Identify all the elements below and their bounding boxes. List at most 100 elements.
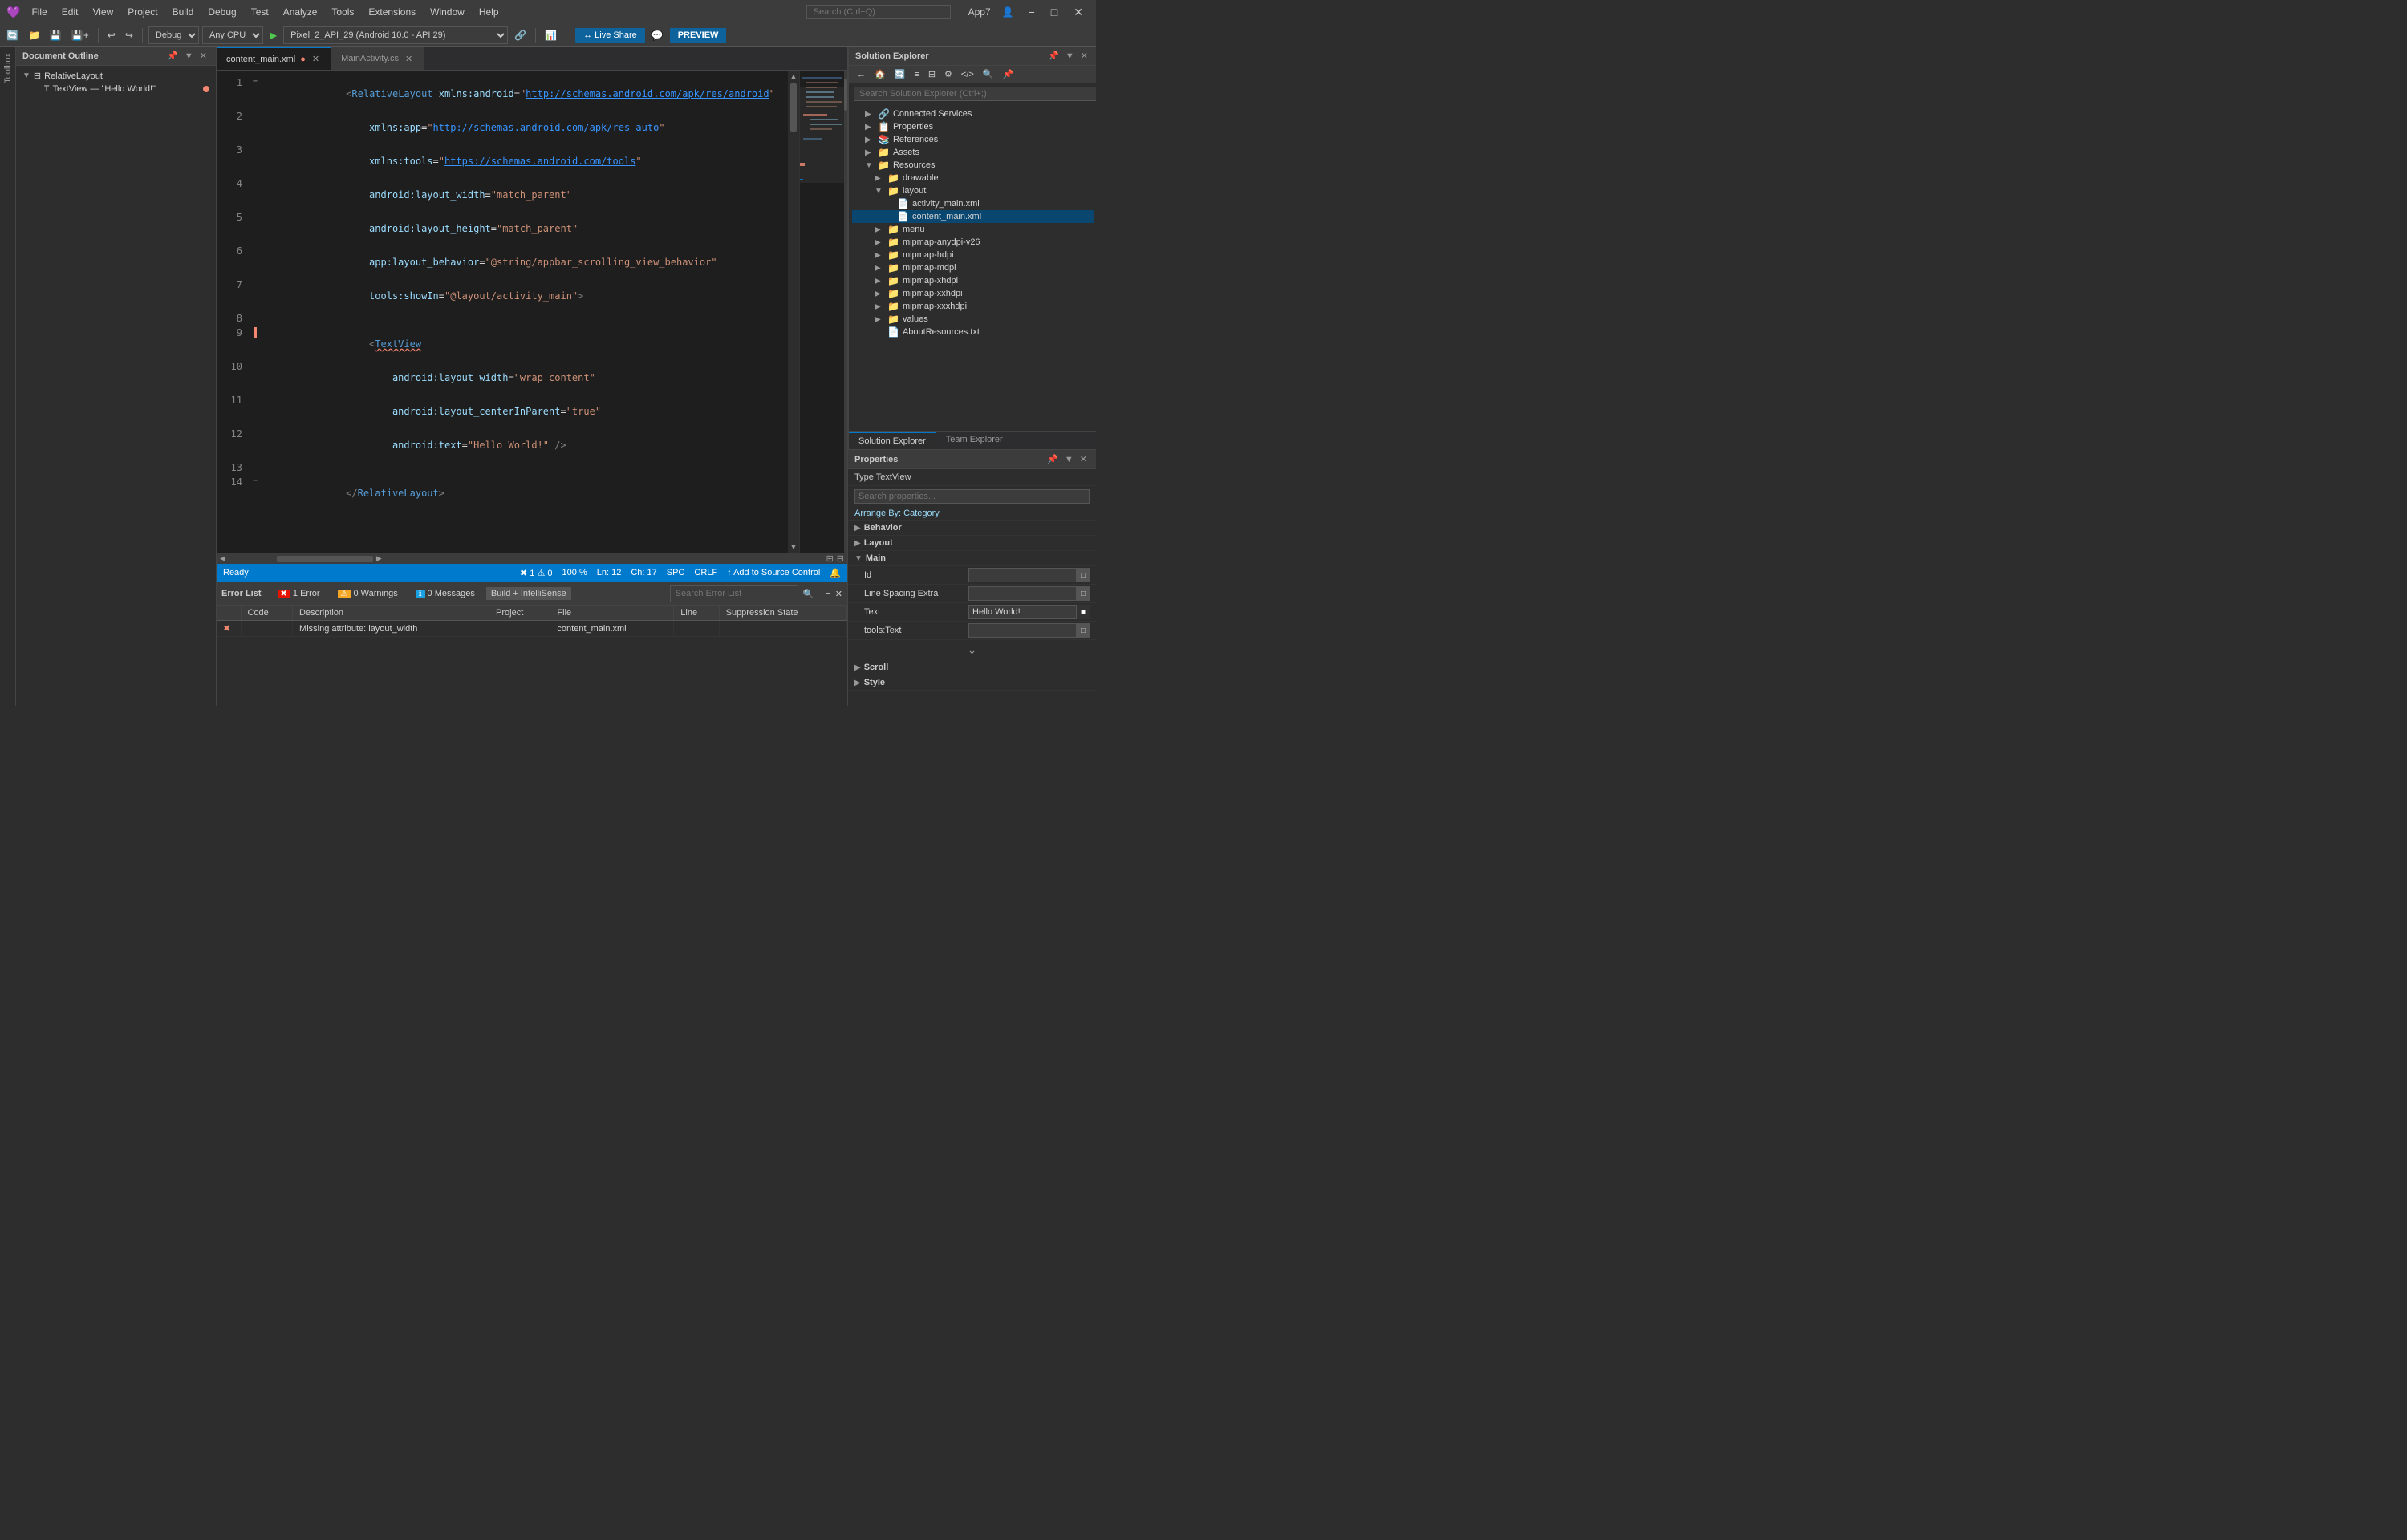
props-value-id[interactable] [968, 568, 1077, 582]
error-search-input[interactable] [670, 585, 798, 602]
sol-collapse-btn[interactable]: ≡ [911, 69, 922, 80]
doc-outline-textview-item[interactable]: T TextView — "Hello World!" [35, 83, 213, 95]
tab-mainactivity-cs-close[interactable]: ✕ [404, 54, 414, 64]
minimize-button[interactable]: − [1022, 5, 1041, 19]
col-file[interactable]: File [550, 606, 674, 621]
sol-expand-mipmap-anydpi[interactable]: ▶ [875, 238, 884, 247]
props-section-behavior[interactable]: ▶ Behavior [848, 521, 1096, 536]
toolbox-label[interactable]: Toolbox [3, 50, 13, 87]
attach-btn[interactable]: 🔗 [511, 28, 530, 43]
performance-btn[interactable]: 📊 [542, 28, 560, 43]
error-row-1[interactable]: ✖ Missing attribute: layout_width conten… [217, 621, 847, 637]
sol-expand-drawable[interactable]: ▶ [875, 174, 884, 183]
error-filter-errors[interactable]: ✖ 1 Error [271, 587, 327, 600]
sol-item-layout[interactable]: ▼ 📁 layout [852, 184, 1094, 197]
minimap-viewport[interactable] [800, 87, 847, 183]
sol-pin-btn[interactable]: 📌 [1000, 68, 1017, 80]
redo-btn[interactable]: ↪ [122, 28, 136, 43]
props-value-text[interactable]: Hello World! [968, 605, 1077, 619]
menu-help[interactable]: Help [473, 5, 505, 19]
undo-btn[interactable]: ↩ [104, 28, 119, 43]
platform-dropdown[interactable]: Any CPU [202, 26, 263, 44]
sol-settings-btn[interactable]: ⚙ [941, 68, 956, 80]
minimap-scrollbar-thumb[interactable] [844, 79, 847, 111]
scroll-up-btn[interactable]: ▲ [789, 71, 799, 82]
props-section-scroll[interactable]: ▶ Scroll [848, 660, 1096, 675]
sol-expand-assets[interactable]: ▶ [865, 148, 875, 157]
sol-expand-mipmap-mdpi[interactable]: ▶ [875, 264, 884, 273]
new-project-btn[interactable]: 🔄 [3, 28, 22, 43]
sol-item-mipmap-xxhdpi[interactable]: ▶ 📁 mipmap-xxhdpi [852, 287, 1094, 300]
sol-item-properties[interactable]: ▶ 📋 Properties [852, 120, 1094, 133]
sol-item-content-main-xml[interactable]: 📄 content_main.xml [852, 210, 1094, 223]
props-value-line-spacing[interactable] [968, 586, 1077, 601]
menu-test[interactable]: Test [245, 5, 275, 19]
error-list-close-btn[interactable]: ✕ [835, 589, 842, 599]
error-filter-warnings[interactable]: ⚠ 0 Warnings [331, 587, 404, 600]
col-line[interactable]: Line [674, 606, 719, 621]
sol-item-mipmap-hdpi[interactable]: ▶ 📁 mipmap-hdpi [852, 249, 1094, 261]
live-share-button[interactable]: ↔ Live Share [575, 28, 645, 43]
sol-tab-solution-explorer[interactable]: Solution Explorer [849, 432, 936, 449]
menu-build[interactable]: Build [166, 5, 201, 19]
props-arrange-by[interactable]: Arrange By: Category [848, 507, 1096, 521]
sol-expand-properties[interactable]: ▶ [865, 123, 875, 132]
sol-item-mipmap-mdpi[interactable]: ▶ 📁 mipmap-mdpi [852, 261, 1094, 274]
col-description[interactable]: Description [293, 606, 489, 621]
props-close-btn[interactable]: ✕ [1078, 453, 1090, 465]
error-search-btn[interactable]: 🔍 [803, 589, 814, 599]
doc-outline-pin-btn[interactable]: 📌 [164, 50, 181, 62]
collapse-icon-14[interactable]: − [253, 476, 258, 485]
code-editor[interactable]: 1 − <RelativeLayout xmlns:android="http:… [217, 71, 799, 553]
sol-item-mipmap-anydpi[interactable]: ▶ 📁 mipmap-anydpi-v26 [852, 236, 1094, 249]
menu-tools[interactable]: Tools [325, 5, 360, 19]
vertical-scrollbar[interactable]: ▲ ▼ [788, 71, 799, 553]
sol-item-mipmap-xxxhdpi[interactable]: ▶ 📁 mipmap-xxxhdpi [852, 300, 1094, 313]
props-search-input[interactable] [854, 489, 1090, 504]
preview-button[interactable]: PREVIEW [670, 28, 727, 43]
sol-code-btn[interactable]: </> [958, 69, 977, 80]
status-errors[interactable]: ✖ 1 ⚠ 0 [520, 568, 553, 578]
sol-explorer-close-btn[interactable]: ✕ [1078, 50, 1090, 62]
sol-expand-layout[interactable]: ▼ [875, 187, 884, 196]
doc-outline-root-item[interactable]: ▼ ⊟ RelativeLayout [19, 69, 213, 83]
debug-config-dropdown[interactable]: Debug [148, 26, 199, 44]
menu-analyze[interactable]: Analyze [277, 5, 324, 19]
menu-debug[interactable]: Debug [201, 5, 242, 19]
menu-view[interactable]: View [86, 5, 120, 19]
split-editor-btn[interactable]: ⊟ [837, 553, 844, 564]
h-scroll-left-btn[interactable]: ◀ [217, 554, 229, 563]
menu-file[interactable]: File [25, 5, 53, 19]
sol-item-menu[interactable]: ▶ 📁 menu [852, 223, 1094, 236]
tab-mainactivity-cs[interactable]: MainActivity.cs ✕ [331, 47, 424, 70]
error-filter-messages[interactable]: ℹ 0 Messages [409, 587, 481, 600]
open-btn[interactable]: 📁 [25, 28, 43, 43]
sol-item-connected-services[interactable]: ▶ 🔗 Connected Services [852, 107, 1094, 120]
col-project[interactable]: Project [489, 606, 550, 621]
sol-filter-btn[interactable]: 🔍 [980, 68, 997, 80]
menu-window[interactable]: Window [424, 5, 471, 19]
sol-explorer-dropdown-btn[interactable]: ▼ [1063, 50, 1077, 62]
menu-extensions[interactable]: Extensions [362, 5, 422, 19]
doc-outline-dropdown-btn[interactable]: ▼ [182, 50, 196, 62]
user-avatar[interactable]: 👤 [1002, 6, 1014, 18]
h-scroll-right-btn[interactable]: ▶ [373, 554, 385, 563]
props-text-btn[interactable]: ■ [1077, 605, 1090, 619]
scroll-down-btn[interactable]: ▼ [789, 541, 799, 553]
run-target-dropdown[interactable]: Pixel_2_API_29 (Android 10.0 - API 29) [283, 26, 508, 44]
col-suppression[interactable]: Suppression State [719, 606, 846, 621]
save-all-btn[interactable]: 💾+ [68, 28, 92, 43]
sol-back-btn[interactable]: ← [854, 69, 869, 80]
global-search-input[interactable] [806, 5, 951, 19]
menu-edit[interactable]: Edit [55, 5, 85, 19]
sol-home-btn[interactable]: 🏠 [871, 68, 889, 80]
props-id-btn[interactable]: □ [1077, 568, 1090, 582]
sol-expand-mipmap-xhdpi[interactable]: ▶ [875, 277, 884, 286]
col-code[interactable]: Code [241, 606, 293, 621]
sol-item-assets[interactable]: ▶ 📁 Assets [852, 146, 1094, 159]
doc-outline-expand-icon[interactable]: ▼ [22, 71, 30, 80]
sol-toggle-btn[interactable]: ⊞ [925, 68, 939, 80]
collapse-icon-1[interactable]: − [253, 77, 258, 86]
sol-expand-mipmap-xxxhdpi[interactable]: ▶ [875, 302, 884, 311]
maximize-button[interactable]: □ [1045, 5, 1064, 19]
